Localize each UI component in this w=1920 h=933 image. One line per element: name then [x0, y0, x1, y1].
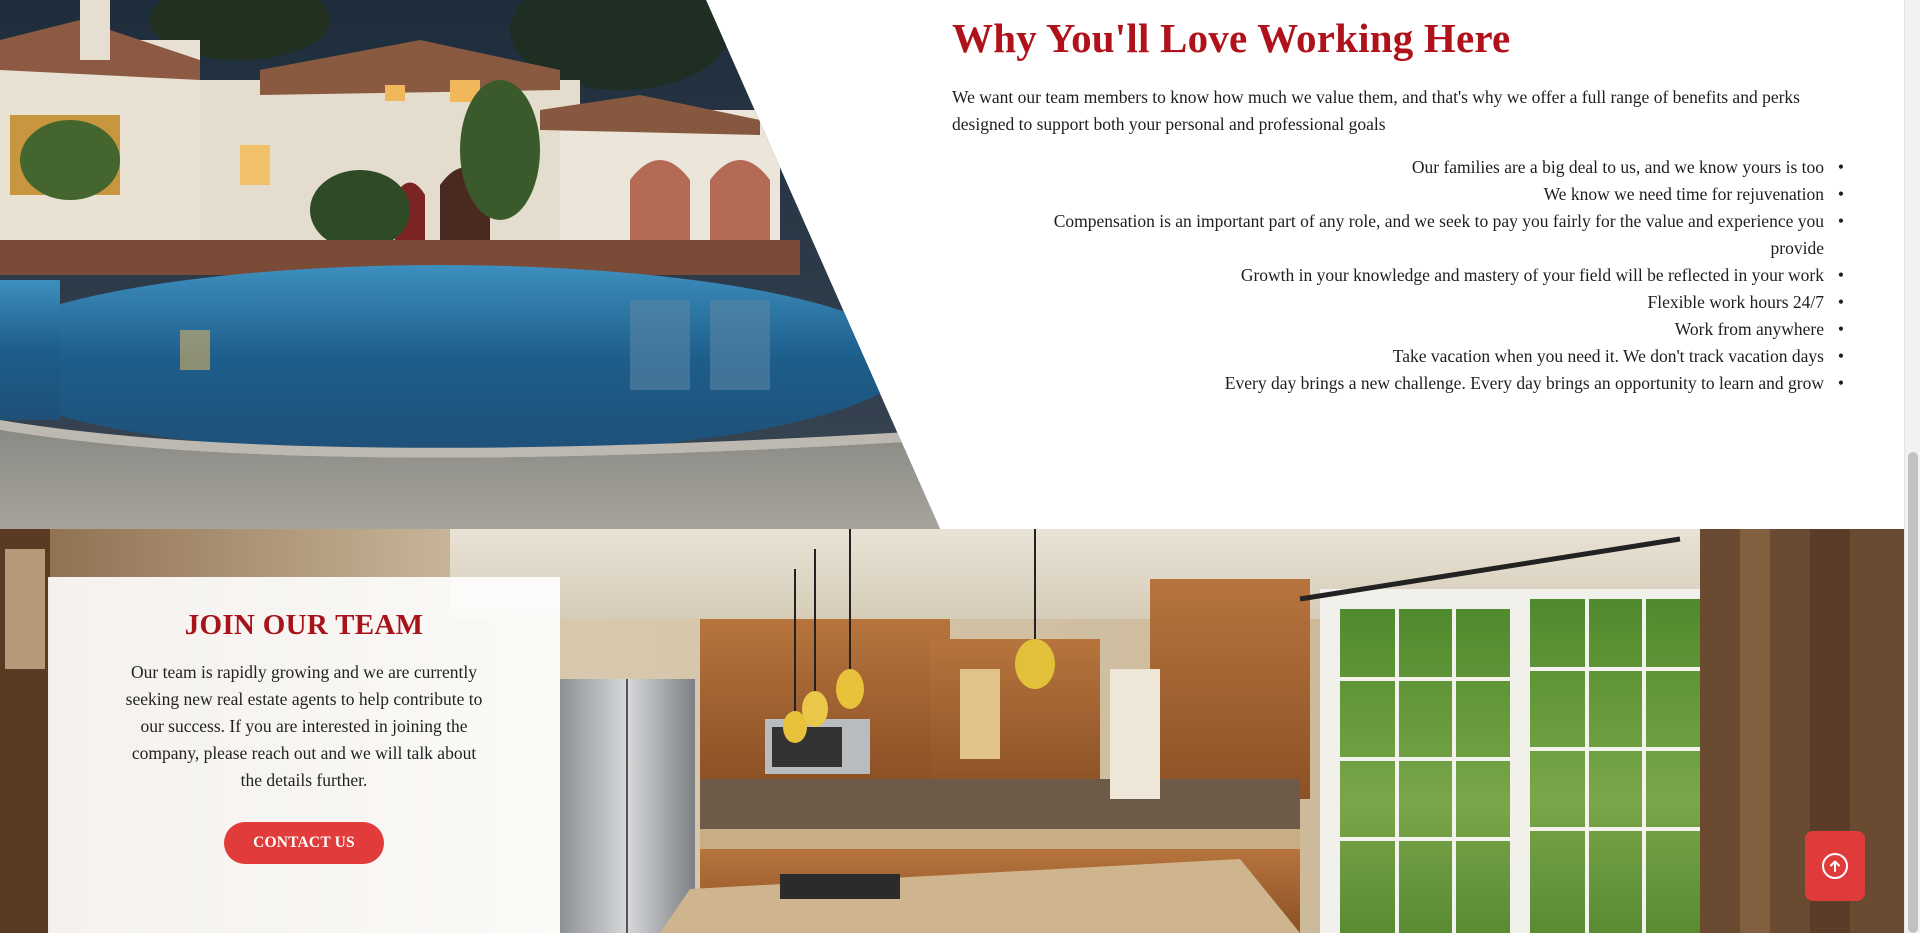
perk-text: Our families are a big deal to us, and w… — [1411, 157, 1824, 177]
perk-text: Growth in your knowledge and mastery of … — [1240, 265, 1824, 285]
bullet-icon: • — [1837, 211, 1845, 231]
join-text: Our team is rapidly growing and we are c… — [125, 662, 483, 790]
list-item: Growth in your knowledge and mastery of … — [952, 262, 1844, 289]
perk-text: Work from anywhere — [1674, 319, 1824, 339]
back-to-top-button[interactable] — [1805, 831, 1865, 901]
list-item: Take vacation when you need it. We don't… — [952, 343, 1844, 370]
page-scrollbar[interactable] — [1904, 0, 1920, 933]
perk-list: Our families are a big deal to us, and w… — [952, 154, 1845, 397]
bullet-icon: • — [1837, 265, 1845, 285]
bullet-icon: • — [1837, 346, 1845, 366]
list-item: Work from anywhere • — [952, 316, 1844, 343]
bullet-icon: • — [1837, 292, 1845, 312]
pool-villa-photo — [0, 0, 940, 529]
bullet-icon: • — [1837, 184, 1845, 204]
join-card: JOIN OUR TEAM Our team is rapidly growin… — [48, 577, 560, 933]
list-item: We know we need time for rejuvenation • — [952, 181, 1845, 208]
bullet-icon: • — [1837, 319, 1845, 339]
bullet-icon: • — [1837, 157, 1845, 177]
join-title: JOIN OUR TEAM — [184, 609, 424, 641]
join-team-section: JOIN OUR TEAM Our team is rapidly growin… — [0, 529, 1904, 933]
benefits-content: Why You'll Love Working Here We want our… — [952, 12, 1845, 397]
perk-text: Every day brings a new challenge. Every … — [1224, 373, 1824, 393]
list-item: Every day brings a new challenge. Every … — [952, 370, 1844, 397]
contact-us-button[interactable]: CONTACT US — [224, 822, 384, 864]
perk-text: We know we need time for rejuvenation — [1543, 184, 1824, 204]
perk-text: Flexible work hours 24/7 — [1647, 292, 1824, 312]
arrow-up-circle-icon — [1822, 853, 1848, 879]
perk-text: Take vacation when you need it. We don't… — [1392, 346, 1824, 366]
benefits-intro: We want our team members to know how muc… — [952, 87, 1800, 134]
scrollbar-thumb[interactable] — [1908, 452, 1918, 933]
benefits-title: Why You'll Love Working Here — [952, 15, 1511, 61]
benefits-section: Why You'll Love Working Here We want our… — [0, 0, 1904, 529]
list-item: Our families are a big deal to us, and w… — [952, 154, 1844, 181]
bullet-icon: • — [1837, 373, 1845, 393]
list-item: Flexible work hours 24/7 • — [952, 289, 1845, 316]
list-item: Compensation is an important part of any… — [952, 208, 1844, 262]
perk-text: Compensation is an important part of any… — [1053, 211, 1824, 258]
